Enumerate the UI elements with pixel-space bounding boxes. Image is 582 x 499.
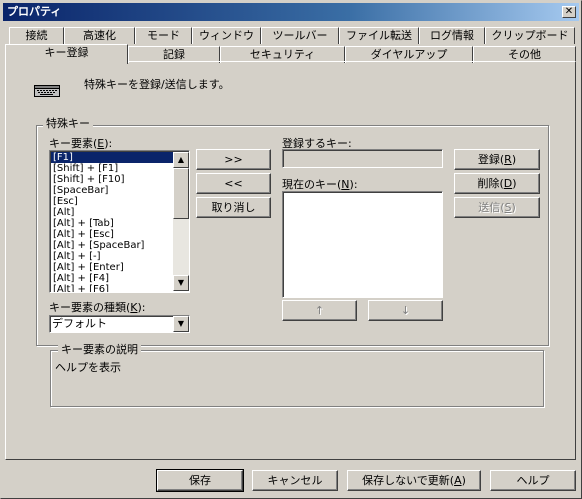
tab-log-info[interactable]: ログ情報 <box>419 27 485 44</box>
close-button[interactable]: ✕ <box>562 6 576 18</box>
tab-window[interactable]: ウィンドウ <box>192 27 261 44</box>
key-type-label: キー要素の種類(K): <box>49 301 146 314</box>
list-item[interactable]: [Alt] + [F4] <box>51 273 174 284</box>
special-key-group-title: 特殊キー <box>43 118 93 130</box>
chevron-down-icon[interactable]: ▼ <box>173 316 189 332</box>
list-item[interactable]: [Esc] <box>51 196 174 207</box>
properties-window: プロパティ ✕ 接続 高速化 モード ウィンドウ ツールバー ファイル転送 ログ… <box>0 0 582 499</box>
header-description: 特殊キーを登録/送信します。 <box>84 78 230 91</box>
key-elements-list: [F1] [Shift] + [F1] [Shift] + [F10] [SpaceB… <box>51 152 174 292</box>
list-item[interactable]: [Alt] + [SpaceBar] <box>51 240 174 251</box>
key-type-select[interactable]: デフォルト ▼ <box>49 315 190 333</box>
title-bar: プロパティ ✕ <box>3 3 579 21</box>
list-item[interactable]: [Shift] + [F10] <box>51 174 174 185</box>
delete-button[interactable]: 削除(D) <box>454 173 540 194</box>
current-key-listbox[interactable] <box>282 191 443 298</box>
list-item[interactable]: [Alt] + [-] <box>51 251 174 262</box>
update-without-save-button[interactable]: 保存しないで更新(A) <box>347 470 481 491</box>
register-key-field[interactable] <box>282 149 443 168</box>
keyboard-icon <box>34 85 60 97</box>
tab-key-register[interactable]: キー登録 <box>5 44 128 64</box>
send-button[interactable]: 送信(S) <box>454 197 540 218</box>
tab-mode[interactable]: モード <box>135 27 192 44</box>
tab-row-1: 接続 高速化 モード ウィンドウ ツールバー ファイル転送 ログ情報 クリップボ… <box>9 27 575 44</box>
list-item[interactable]: [Alt] + [Esc] <box>51 229 174 240</box>
key-type-value: デフォルト <box>52 317 107 330</box>
tab-file-transfer[interactable]: ファイル転送 <box>339 27 419 44</box>
cancel-button[interactable]: キャンセル <box>252 470 338 491</box>
tab-clipboard[interactable]: クリップボード <box>485 27 575 44</box>
list-item[interactable]: [F1] <box>51 152 174 163</box>
window-title: プロパティ <box>7 5 62 18</box>
save-button[interactable]: 保存 <box>156 469 244 492</box>
register-button[interactable]: 登録(R) <box>454 149 540 170</box>
list-item[interactable]: [Alt] <box>51 207 174 218</box>
list-item[interactable]: [Alt] + [Tab] <box>51 218 174 229</box>
scroll-down-icon[interactable]: ▼ <box>173 275 189 291</box>
tab-acceleration[interactable]: 高速化 <box>64 27 135 44</box>
remove-key-button[interactable]: << <box>196 173 271 194</box>
move-up-button[interactable]: ↑ <box>282 300 357 321</box>
key-elements-scrollbar[interactable]: ▲ ▼ <box>173 152 189 291</box>
current-key-label: 現在のキー(N): <box>282 178 358 191</box>
scroll-up-icon[interactable]: ▲ <box>173 152 189 168</box>
key-elements-label: キー要素(E): <box>49 137 113 150</box>
add-key-button[interactable]: >> <box>196 149 271 170</box>
tab-connection[interactable]: 接続 <box>9 27 64 44</box>
description-group <box>50 350 544 407</box>
move-down-button[interactable]: ↓ <box>368 300 443 321</box>
list-item[interactable]: [SpaceBar] <box>51 185 174 196</box>
key-elements-listbox[interactable]: [F1] [Shift] + [F1] [Shift] + [F10] [SpaceB… <box>49 150 190 293</box>
list-item[interactable]: [Alt] + [Enter] <box>51 262 174 273</box>
undo-button[interactable]: 取り消し <box>196 197 271 218</box>
list-item[interactable]: [Shift] + [F1] <box>51 163 174 174</box>
help-button[interactable]: ヘルプ <box>490 470 576 491</box>
scrollbar-thumb[interactable] <box>173 168 189 219</box>
list-item[interactable]: [Alt] + [F6] <box>51 284 174 292</box>
description-group-title: キー要素の説明 <box>58 344 141 356</box>
description-text: ヘルプを表示 <box>55 361 121 374</box>
tab-toolbar[interactable]: ツールバー <box>261 27 339 44</box>
